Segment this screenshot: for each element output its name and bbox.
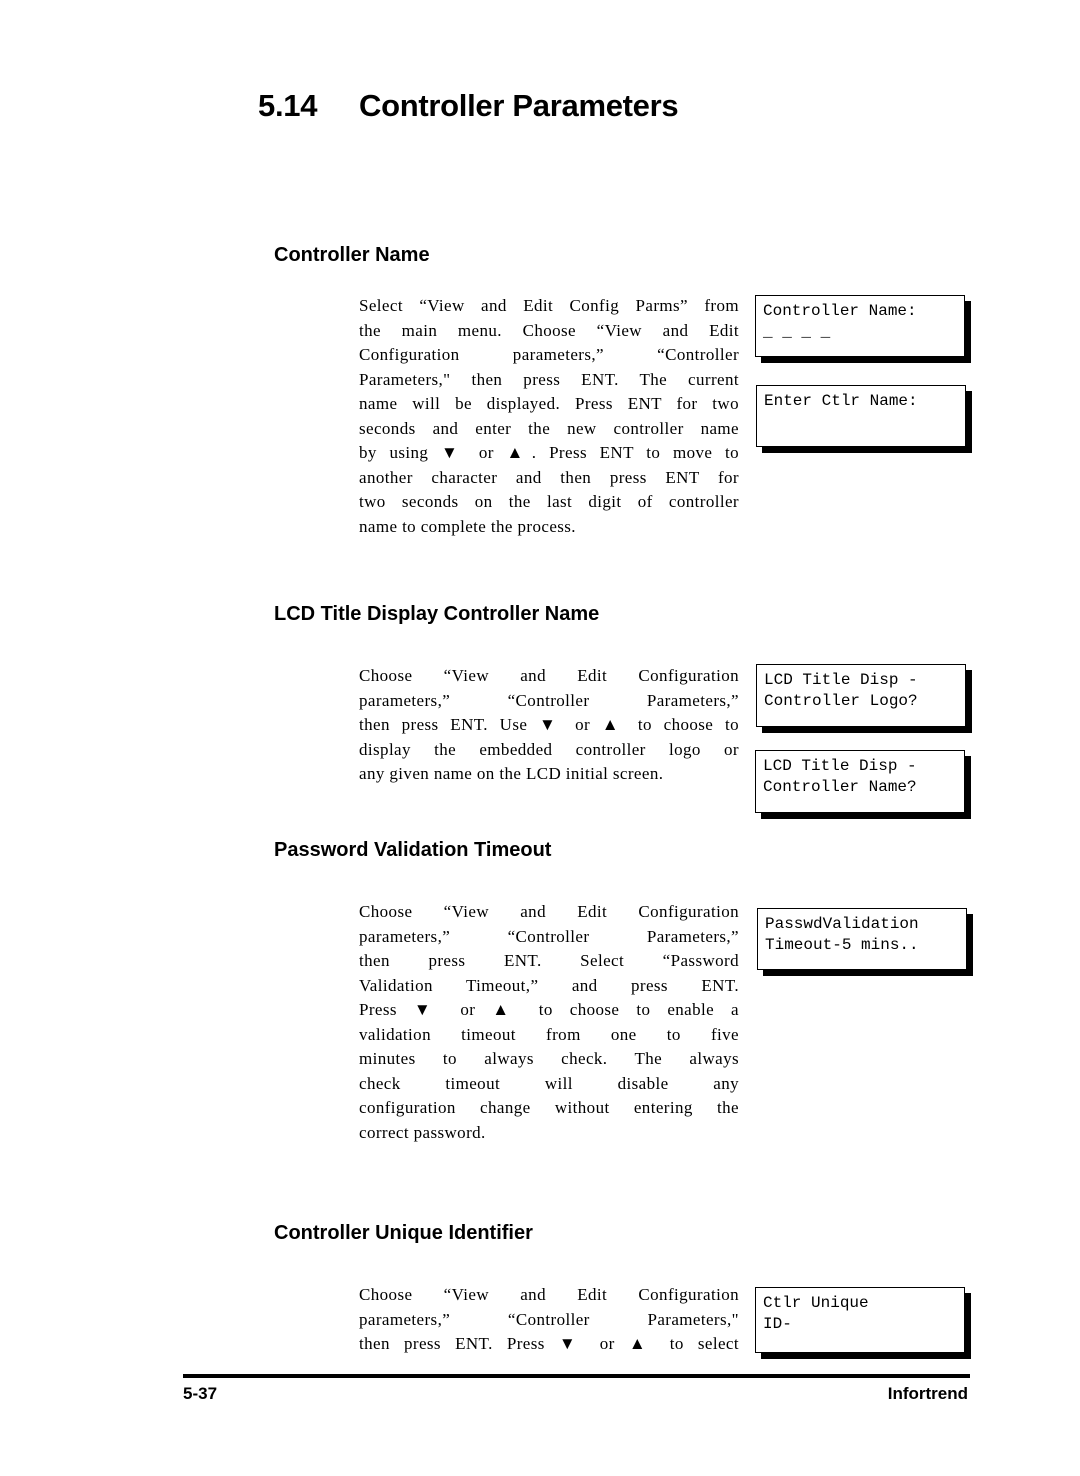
text-line: name will be displayed. Press ENT for tw…: [359, 394, 739, 413]
lcd-screen-controller-name: Controller Name: _ _ _ _: [755, 295, 965, 357]
lcd-title-display-description: Choose “View and Edit Configuration para…: [359, 664, 739, 787]
lcd-line-1: Enter Ctlr Name:: [764, 392, 918, 410]
text-line: seconds and enter the new controller nam…: [359, 418, 739, 438]
text-line: correct password.: [359, 1122, 486, 1142]
text-line: name to complete the process.: [359, 516, 576, 536]
text-line: parameters,” “Controller Parameters,": [359, 1309, 739, 1329]
text-line: parameters,” “Controller Parameters,”: [359, 690, 739, 710]
controller-name-description: Select “View and Edit Config Parms” from…: [359, 294, 739, 539]
text-line: display the embedded controller logo or: [359, 739, 739, 759]
section-title: Controller Parameters: [359, 88, 679, 123]
lcd-line-1: LCD Title Disp -: [763, 757, 917, 775]
text-line: Parameters," then press ENT. The current: [359, 369, 739, 389]
password-validation-description: Choose “View and Edit Configuration para…: [359, 900, 739, 1145]
text-line: by using ▼ or ▲. Press ENT to move to: [359, 443, 739, 462]
lcd-line-2: Timeout-5 mins..: [765, 936, 919, 954]
controller-unique-id-description: Choose “View and Edit Configuration para…: [359, 1283, 739, 1357]
text-line: the main menu. Choose “View and Edit: [359, 320, 739, 340]
brand-name: Infortrend: [887, 1384, 968, 1403]
lcd-line-1: Ctlr Unique: [763, 1294, 869, 1312]
text-line: validation timeout from one to five: [359, 1024, 739, 1044]
footer-divider: [183, 1374, 970, 1378]
lcd-line-1: Controller Name:: [763, 302, 917, 320]
lcd-line-2: Controller Logo?: [764, 692, 918, 710]
page-number: 5-37: [183, 1384, 218, 1403]
text-line: then press ENT. Use ▼ or ▲ to choose to: [359, 715, 739, 734]
lcd-screen-passwd-validation: PasswdValidation Timeout-5 mins..: [757, 908, 967, 970]
text-line: two seconds on the last digit of control…: [359, 492, 739, 511]
text-line: another character and then press ENT for: [359, 467, 739, 487]
lcd-screen-ctlr-unique-id: Ctlr Unique ID-: [755, 1287, 965, 1353]
text-line: any given name on the LCD initial screen…: [359, 764, 664, 783]
lcd-line-2: Controller Name?: [763, 778, 917, 796]
text-line: Choose “View and Edit Configuration: [359, 1285, 739, 1304]
text-line: Press ▼ or ▲ to choose to enable a: [359, 1000, 739, 1019]
text-line: Validation Timeout,” and press ENT.: [359, 975, 739, 995]
heading-controller-unique-identifier: Controller Unique Identifier: [274, 1222, 533, 1244]
text-line: Configuration parameters,” “Controller: [359, 345, 739, 364]
heading-password-validation-timeout: Password Validation Timeout: [274, 839, 552, 861]
text-line: check timeout will disable any: [359, 1073, 739, 1093]
text-line: Choose “View and Edit Configuration: [359, 666, 739, 685]
lcd-line-2: _ _ _ _: [763, 323, 831, 341]
lcd-line-2: ID-: [763, 1315, 792, 1333]
lcd-line-1: PasswdValidation: [765, 915, 919, 933]
lcd-screen-controller-logo: LCD Title Disp - Controller Logo?: [756, 664, 966, 727]
page-title: 5.14 Controller Parameters: [258, 88, 679, 124]
text-line: then press ENT. Press ▼ or ▲ to select: [359, 1334, 739, 1353]
text-line: parameters,” “Controller Parameters,”: [359, 926, 739, 946]
text-line: Select “View and Edit Config Parms” from: [359, 296, 739, 315]
text-line: configuration change without entering th…: [359, 1098, 739, 1117]
section-number: 5.14: [258, 88, 318, 123]
lcd-screen-enter-ctlr-name: Enter Ctlr Name:: [756, 385, 966, 447]
lcd-line-1: LCD Title Disp -: [764, 671, 918, 689]
text-line: Choose “View and Edit Configuration: [359, 902, 739, 921]
text-line: minutes to always check. The always: [359, 1049, 739, 1068]
lcd-screen-controller-name-option: LCD Title Disp - Controller Name?: [755, 750, 965, 813]
text-line: then press ENT. Select “Password: [359, 951, 739, 970]
heading-controller-name: Controller Name: [274, 244, 430, 266]
heading-lcd-title-display: LCD Title Display Controller Name: [274, 603, 600, 625]
